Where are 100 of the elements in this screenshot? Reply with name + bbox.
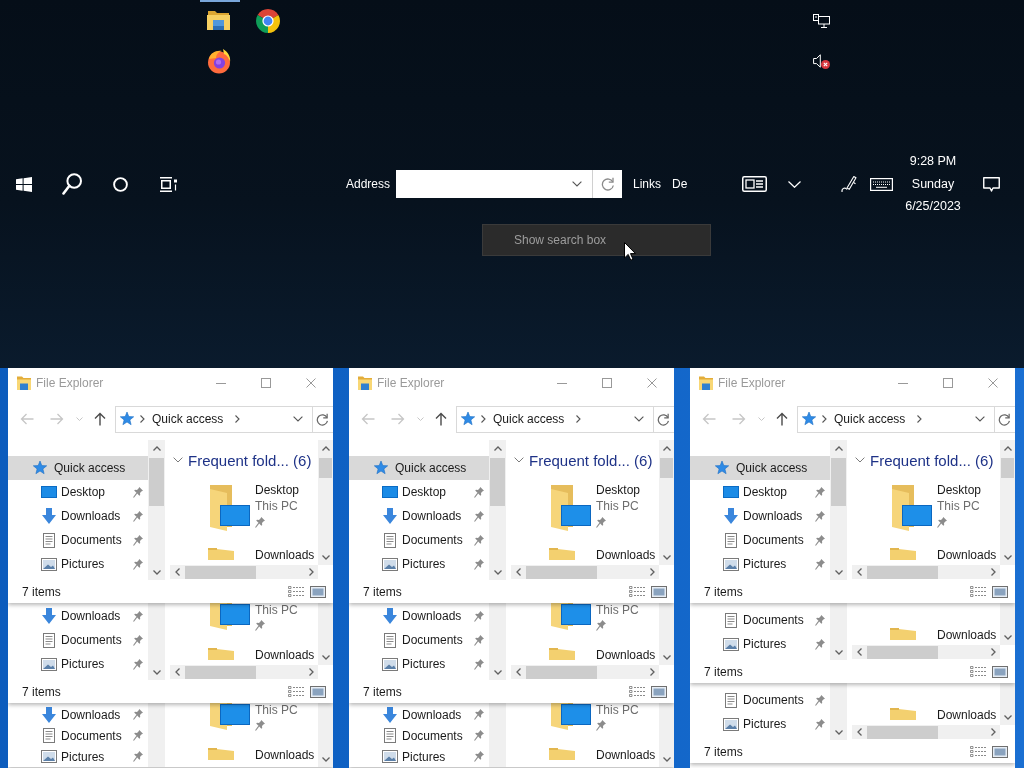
details-view-icon[interactable] <box>288 685 304 698</box>
vertical-scrollbar[interactable] <box>148 440 165 580</box>
folder-tile[interactable]: Downloads <box>890 628 997 642</box>
caret-down-icon[interactable] <box>662 756 671 762</box>
caret-down-icon[interactable] <box>1003 554 1012 560</box>
nav-item[interactable]: Documents <box>349 528 489 552</box>
vertical-scrollbar[interactable] <box>830 440 847 580</box>
caret-left-icon[interactable] <box>856 728 862 736</box>
details-view-icon[interactable] <box>629 585 645 598</box>
nav-item[interactable]: Desktop <box>8 480 148 504</box>
vertical-scrollbar[interactable] <box>1000 440 1015 565</box>
nav-item[interactable]: Downloads <box>349 604 489 628</box>
nav-item[interactable]: Quick access <box>8 456 148 480</box>
vertical-scrollbar[interactable] <box>318 603 333 665</box>
caret-right-icon[interactable] <box>308 668 314 676</box>
nav-item[interactable]: Pictures <box>690 632 830 656</box>
nav-item[interactable]: Documents <box>690 608 830 632</box>
nav-item[interactable]: Pictures <box>690 712 830 736</box>
nav-item[interactable]: Downloads <box>8 704 148 725</box>
horizontal-scrollbar[interactable] <box>852 645 1000 659</box>
caret-down-icon[interactable] <box>834 649 843 655</box>
nav-item[interactable]: Downloads <box>690 504 830 528</box>
vertical-scrollbar[interactable] <box>489 440 506 580</box>
scroll-thumb[interactable] <box>185 565 256 579</box>
scroll-thumb[interactable] <box>319 458 332 478</box>
details-view-icon[interactable] <box>288 585 304 598</box>
vertical-scrollbar[interactable] <box>1000 603 1015 645</box>
scroll-thumb[interactable] <box>1001 458 1014 478</box>
folder-tile[interactable]: Desktop This PC <box>549 482 641 531</box>
caret-down-icon[interactable] <box>321 756 330 762</box>
caret-down-icon[interactable] <box>662 654 671 660</box>
caret-up-icon[interactable] <box>321 445 330 451</box>
caret-down-icon[interactable] <box>1003 634 1012 640</box>
address-bar[interactable]: Quick access <box>115 405 312 433</box>
vertical-scrollbar[interactable] <box>318 703 333 767</box>
scroll-thumb[interactable] <box>867 725 938 739</box>
nav-item[interactable]: Documents <box>8 528 148 552</box>
caret-right-icon[interactable] <box>649 668 655 676</box>
caret-right-icon[interactable] <box>990 728 996 736</box>
vertical-scrollbar[interactable] <box>148 603 165 680</box>
scroll-thumb[interactable] <box>526 565 597 579</box>
folder-tile[interactable]: Downloads <box>208 548 315 562</box>
horizontal-scrollbar[interactable] <box>170 565 318 579</box>
scroll-thumb[interactable] <box>490 458 505 506</box>
caret-down-icon[interactable] <box>493 669 502 675</box>
caret-left-icon[interactable] <box>856 568 862 576</box>
nav-item[interactable]: Documents <box>690 688 830 712</box>
caret-up-icon[interactable] <box>662 445 671 451</box>
caret-down-icon[interactable] <box>152 569 161 575</box>
caret-down-icon[interactable] <box>662 554 671 560</box>
nav-item[interactable]: Pictures <box>349 652 489 676</box>
group-header[interactable]: Frequent fold... (6) <box>847 440 994 480</box>
nav-item[interactable]: Documents <box>349 628 489 652</box>
caret-left-icon[interactable] <box>515 668 521 676</box>
nav-item[interactable]: Pictures <box>8 552 148 576</box>
nav-item[interactable]: Quick access <box>690 456 830 480</box>
folder-tile[interactable]: Downloads <box>549 548 656 562</box>
refresh-button[interactable] <box>592 170 623 198</box>
nav-item[interactable]: Pictures <box>349 746 489 767</box>
vertical-scrollbar[interactable] <box>318 440 333 565</box>
caret-right-icon[interactable] <box>649 568 655 576</box>
nav-item[interactable]: Downloads <box>8 604 148 628</box>
address-field[interactable] <box>396 170 593 198</box>
horizontal-scrollbar[interactable] <box>511 565 659 579</box>
caret-right-icon[interactable] <box>308 568 314 576</box>
details-view-icon[interactable] <box>970 745 986 758</box>
scroll-thumb[interactable] <box>185 665 256 679</box>
caret-down-icon[interactable] <box>493 569 502 575</box>
caret-down-icon[interactable] <box>152 669 161 675</box>
vertical-scrollbar[interactable] <box>830 603 847 660</box>
group-header[interactable]: Frequent fold... (6) <box>165 440 312 480</box>
address-bar[interactable]: Quick access <box>456 405 653 433</box>
nav-item[interactable]: Downloads <box>349 504 489 528</box>
nav-item[interactable]: Pictures <box>8 746 148 767</box>
caret-up-icon[interactable] <box>493 445 502 451</box>
monitor-icon[interactable] <box>812 13 830 28</box>
folder-tile[interactable]: This PC <box>549 603 639 633</box>
caret-left-icon[interactable] <box>174 668 180 676</box>
details-view-icon[interactable] <box>629 685 645 698</box>
large-icons-view-icon[interactable] <box>651 685 667 698</box>
nav-item[interactable]: Desktop <box>690 480 830 504</box>
group-header[interactable]: Frequent fold... (6) <box>506 440 653 480</box>
large-icons-view-icon[interactable] <box>310 585 326 598</box>
caret-left-icon[interactable] <box>515 568 521 576</box>
folder-tile[interactable]: Desktop This PC <box>890 482 982 531</box>
scroll-thumb[interactable] <box>660 458 673 478</box>
large-icons-view-icon[interactable] <box>651 585 667 598</box>
nav-item[interactable]: Documents <box>349 725 489 746</box>
scroll-thumb[interactable] <box>149 458 164 506</box>
folder-tile[interactable]: Downloads <box>208 748 315 762</box>
speaker-muted-icon[interactable] <box>812 54 830 69</box>
caret-left-icon[interactable] <box>174 568 180 576</box>
nav-item[interactable]: Documents <box>8 725 148 746</box>
caret-down-icon[interactable] <box>321 554 330 560</box>
nav-item[interactable]: Documents <box>690 528 830 552</box>
address-bar[interactable]: Quick access <box>797 405 994 433</box>
caret-down-icon[interactable] <box>321 654 330 660</box>
caret-right-icon[interactable] <box>990 648 996 656</box>
vertical-scrollbar[interactable] <box>659 440 674 565</box>
vertical-scrollbar[interactable] <box>489 603 506 680</box>
